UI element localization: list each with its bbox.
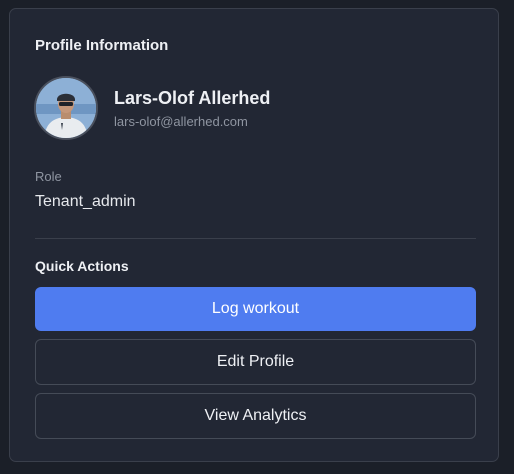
user-email: lars-olof@allerhed.com — [114, 114, 248, 129]
section-divider — [35, 238, 476, 239]
user-name: Lars-Olof Allerhed — [114, 88, 271, 108]
role-value: Tenant_admin — [35, 193, 136, 210]
quick-actions-title: Quick Actions — [35, 258, 129, 274]
user-avatar — [34, 76, 98, 140]
profile-card: Profile Information Lars-Olof Allerhed l… — [9, 8, 499, 462]
user-photo-avatar-icon — [36, 78, 96, 138]
profile-section-title: Profile Information — [35, 37, 169, 54]
edit-profile-button[interactable]: Edit Profile — [35, 339, 476, 385]
role-label: Role — [35, 169, 62, 184]
view-analytics-button[interactable]: View Analytics — [35, 393, 476, 439]
log-workout-button[interactable]: Log workout — [35, 287, 476, 331]
